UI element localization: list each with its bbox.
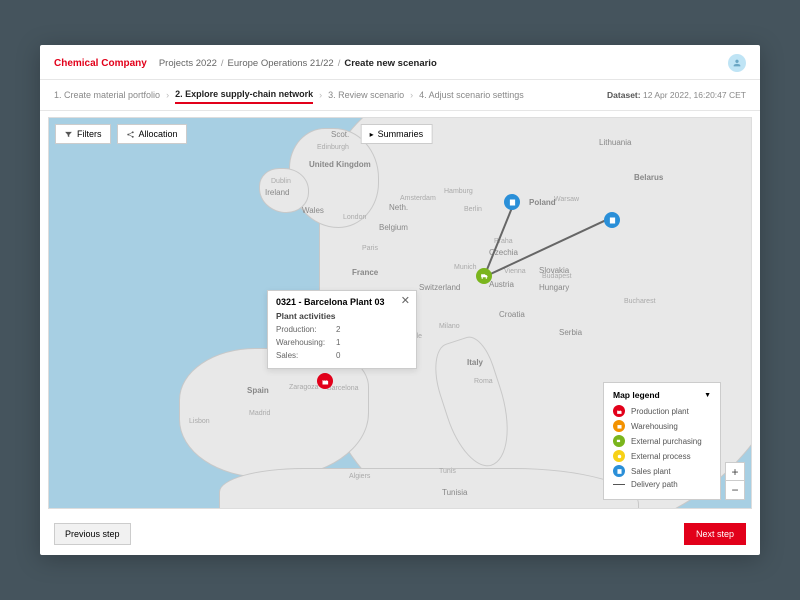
map-marker-production-plant[interactable] [317,373,333,389]
breadcrumb-item[interactable]: Projects 2022 [159,58,217,69]
close-icon[interactable]: ✕ [401,296,410,307]
app-window: Chemical Company Projects 2022 / Europe … [40,45,760,555]
building-icon [608,216,617,225]
zoom-control: + − [725,462,745,500]
legend-line-icon [613,484,625,486]
step-separator: › [319,90,322,100]
legend-item: External process [613,450,711,462]
legend-dot-icon [613,465,625,477]
brand-logo: Chemical Company [54,58,147,69]
next-step-button[interactable]: Next step [684,523,746,545]
breadcrumb-item[interactable]: Europe Operations 21/22 [228,58,334,69]
step-1[interactable]: 1. Create material portfolio [54,87,160,103]
previous-step-button[interactable]: Previous step [54,523,131,545]
legend-title[interactable]: Map legend▼ [613,390,711,400]
popup-row: Production:2 [276,324,408,337]
popup-row: Warehousing:1 [276,337,408,350]
person-icon [732,58,742,68]
building-icon [508,198,517,207]
breadcrumb-separator: / [338,58,341,69]
chevron-right-icon: ▸ [370,130,374,139]
factory-icon [321,377,330,386]
summaries-toggle: ▸ Summaries [361,124,433,144]
land-africa [219,468,639,509]
map-canvas[interactable]: United Kingdom Ireland France Spain Ital… [48,117,752,509]
plant-info-popup: ✕ 0321 - Barcelona Plant 03 Plant activi… [267,290,417,369]
legend-dot-icon [613,405,625,417]
legend-item: Warehousing [613,420,711,432]
map-marker-sales-plant[interactable] [504,194,520,210]
legend-dot-icon [613,450,625,462]
truck-icon [480,272,489,281]
summaries-button[interactable]: ▸ Summaries [361,124,433,144]
legend-item: Delivery path [613,480,711,489]
user-avatar[interactable] [728,54,746,72]
legend-item: External purchasing [613,435,711,447]
legend-dot-icon [613,435,625,447]
zoom-in-button[interactable]: + [726,463,744,481]
step-separator: › [410,90,413,100]
step-2-active[interactable]: 2. Explore supply-chain network [175,86,313,104]
map-marker-external-purchasing[interactable] [476,268,492,284]
breadcrumb-separator: / [221,58,224,69]
step-separator: › [166,90,169,100]
breadcrumb-current: Create new scenario [344,58,436,69]
dataset-value: 12 Apr 2022, 16:20:47 CET [643,90,746,100]
share-icon [126,130,135,139]
land-ireland [259,168,309,213]
map-toolbar: Filters Allocation [55,124,187,144]
legend-dot-icon [613,420,625,432]
footer-bar: Previous step Next step [40,515,760,555]
dataset-label: Dataset: [607,90,641,100]
popup-subtitle: Plant activities [276,311,408,321]
legend-item: Production plant [613,405,711,417]
filter-icon [64,130,73,139]
map-marker-sales-plant[interactable] [604,212,620,228]
zoom-out-button[interactable]: − [726,481,744,499]
popup-title: 0321 - Barcelona Plant 03 [276,297,408,307]
step-4[interactable]: 4. Adjust scenario settings [419,87,524,103]
header-bar: Chemical Company Projects 2022 / Europe … [40,45,760,80]
wizard-steps: 1. Create material portfolio › 2. Explor… [40,80,760,111]
filters-button[interactable]: Filters [55,124,111,144]
popup-row: Sales:0 [276,350,408,363]
map-legend: Map legend▼ Production plant Warehousing… [603,382,721,500]
allocation-button[interactable]: Allocation [117,124,187,144]
step-3[interactable]: 3. Review scenario [328,87,404,103]
dataset-info: Dataset: 12 Apr 2022, 16:20:47 CET [607,90,746,100]
chevron-down-icon: ▼ [704,392,711,399]
legend-item: Sales plant [613,465,711,477]
